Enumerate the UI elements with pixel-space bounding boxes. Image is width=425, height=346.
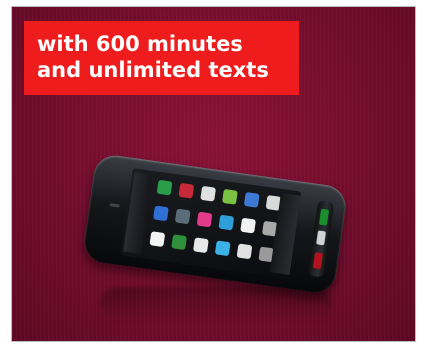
app-icon-glyph: [171, 234, 188, 251]
app-icon: [196, 183, 219, 208]
app-icon: [240, 190, 263, 215]
app-icon: [175, 180, 198, 205]
end-key-icon: [312, 252, 323, 270]
app-icon: [211, 238, 234, 263]
app-icon-glyph: [200, 185, 217, 202]
app-icon-glyph: [236, 243, 253, 260]
call-key-icon: [318, 208, 330, 226]
app-icon: [233, 241, 256, 266]
app-icon: [149, 203, 172, 228]
headline-box: with 600 minutes and unlimited texts: [24, 21, 299, 95]
app-icon-grid: [146, 177, 285, 268]
headline-line-1: with 600 minutes: [37, 32, 243, 56]
app-icon-glyph: [153, 205, 169, 222]
headline-line-2: and unlimited texts: [37, 58, 269, 82]
app-icon: [189, 235, 212, 260]
app-icon-glyph: [214, 240, 231, 257]
phone-image: [81, 152, 349, 296]
app-icon: [167, 232, 190, 257]
app-icon-glyph: [222, 188, 238, 205]
app-icon: [153, 177, 176, 202]
app-icon-glyph: [174, 208, 191, 225]
app-icon: [171, 206, 194, 231]
app-icon-glyph: [156, 179, 173, 196]
app-icon-glyph: [178, 182, 195, 199]
app-icon: [215, 212, 238, 237]
app-icon: [218, 187, 241, 212]
app-icon-glyph: [243, 191, 260, 208]
phone-reflection: [100, 287, 332, 323]
ad-banner: with 600 minutes and unlimited texts: [11, 6, 416, 342]
app-icon: [146, 229, 169, 254]
app-icon-glyph: [192, 237, 209, 254]
app-icon: [193, 209, 216, 234]
app-icon-glyph: [149, 231, 166, 248]
app-icon-glyph: [196, 211, 213, 228]
app-icon: [236, 215, 259, 240]
app-icon-glyph: [218, 214, 235, 231]
app-icon-glyph: [240, 217, 257, 234]
menu-key-icon: [316, 230, 327, 246]
